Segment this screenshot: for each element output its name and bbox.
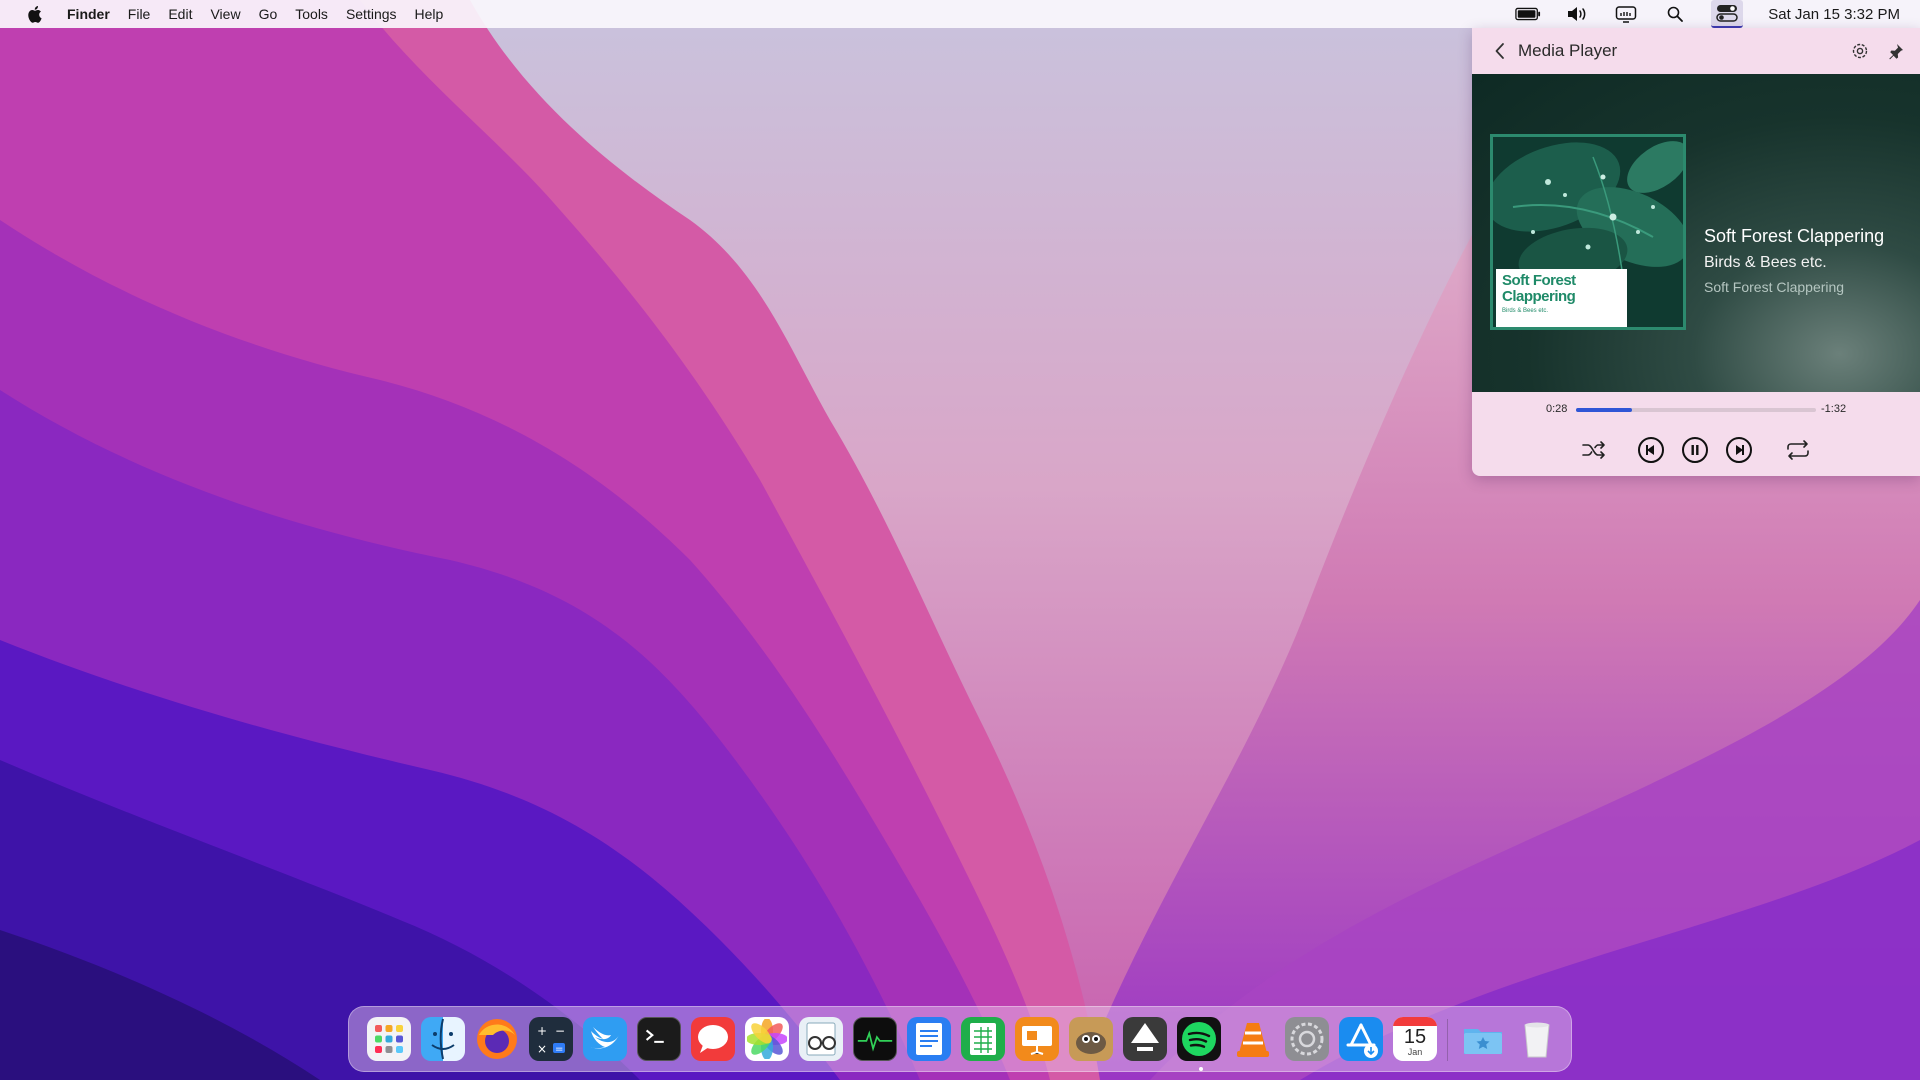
now-playing-hero: Soft Forest Clappering Birds & Bees etc.… [1472,74,1920,392]
elapsed-time: 0:28 [1546,403,1568,415]
dock: + − × = 15 Jan [348,1006,1572,1072]
menu-clock[interactable]: Sat Jan 15 3:32 PM [1768,6,1900,23]
pause-button[interactable] [1679,434,1711,466]
calendar-day: 15 [1403,1026,1427,1048]
pin-icon [1889,44,1903,60]
system-settings-icon[interactable] [1285,1017,1329,1061]
calc-icon[interactable] [961,1017,1005,1061]
menu-file[interactable]: File [119,0,160,28]
menu-app-name[interactable]: Finder [58,0,119,28]
repeat-icon [1787,440,1809,460]
preview-icon[interactable] [799,1017,843,1061]
apple-logo-icon[interactable] [26,5,42,23]
svg-text:+: + [537,1024,547,1038]
track-title: Soft Forest Clappering [1704,226,1885,246]
firefox-icon[interactable] [475,1017,519,1061]
chevron-left-icon [1495,43,1504,59]
calculator-icon[interactable]: + − × = [529,1017,573,1061]
swift-icon[interactable] [583,1017,627,1061]
pin-button[interactable] [1883,38,1909,64]
shuffle-icon [1582,441,1605,459]
inkscape-icon[interactable] [1123,1017,1167,1061]
progress-slider[interactable] [1576,408,1816,412]
messages-icon[interactable] [691,1017,735,1061]
trash-icon[interactable] [1515,1017,1559,1061]
calendar-month: Jan [1407,1047,1423,1057]
media-player-panel: Media Player Soft Forest Clappering Bird… [1472,28,1920,476]
terminal-icon[interactable] [637,1017,681,1061]
skip-next-icon [1726,437,1752,463]
album-cover[interactable]: Soft Forest Clappering Birds & Bees etc. [1490,134,1686,330]
progress-row: 0:28 -1:32 [1472,400,1920,420]
vlc-icon[interactable] [1231,1017,1275,1061]
dock-separator [1447,1019,1448,1061]
cover-artist: Birds & Bees etc. [1502,308,1549,314]
track-album: Soft Forest Clappering [1704,279,1845,295]
calendar-icon[interactable]: 15 Jan [1393,1017,1437,1061]
menu-settings[interactable]: Settings [337,0,406,28]
spotify-running-indicator [1199,1067,1203,1071]
remaining-time: -1:32 [1821,403,1847,415]
progress-fill [1576,408,1632,412]
menu-help[interactable]: Help [406,0,453,28]
gear-icon [1852,43,1868,59]
player-title: Media Player [1518,41,1618,60]
activity-monitor-icon[interactable] [853,1017,897,1061]
shuffle-button[interactable] [1578,434,1610,466]
menu-go[interactable]: Go [250,0,287,28]
spotify-icon[interactable] [1177,1017,1221,1061]
svg-text:×: × [537,1042,547,1056]
downloads-folder-icon[interactable] [1461,1017,1505,1061]
battery-icon[interactable] [1515,4,1541,24]
cover-label: Soft Forest Clappering Birds & Bees etc. [1496,269,1627,327]
photos-icon[interactable] [745,1017,789,1061]
search-icon[interactable] [1662,4,1688,24]
app-store-icon[interactable] [1339,1017,1383,1061]
impress-icon[interactable] [1015,1017,1059,1061]
skip-previous-icon [1638,437,1664,463]
menu-edit[interactable]: Edit [159,0,201,28]
menu-view[interactable]: View [201,0,249,28]
launchpad-icon[interactable] [367,1017,411,1061]
writer-icon[interactable] [907,1017,951,1061]
player-header: Media Player [1472,28,1920,74]
calendar-header [1393,1017,1437,1026]
gimp-icon[interactable] [1069,1017,1113,1061]
repeat-button[interactable] [1782,434,1814,466]
playback-controls [1472,430,1920,470]
back-button[interactable] [1486,37,1514,65]
finder-icon[interactable] [421,1017,465,1061]
menu-bar: Finder File Edit View Go Tools Settings … [0,0,1920,28]
svg-text:−: − [555,1024,565,1038]
control-center-icon[interactable] [1711,0,1744,28]
track-artist: Birds & Bees etc. [1704,254,1827,271]
keyboard-brightness-icon[interactable] [1613,4,1639,24]
svg-text:=: = [555,1044,563,1055]
settings-button[interactable] [1847,38,1873,64]
cover-title: Soft Forest Clappering [1502,272,1576,305]
menu-tools[interactable]: Tools [286,0,337,28]
previous-button[interactable] [1635,434,1667,466]
pause-icon [1682,437,1708,463]
volume-icon[interactable] [1564,4,1590,24]
next-button[interactable] [1723,434,1755,466]
